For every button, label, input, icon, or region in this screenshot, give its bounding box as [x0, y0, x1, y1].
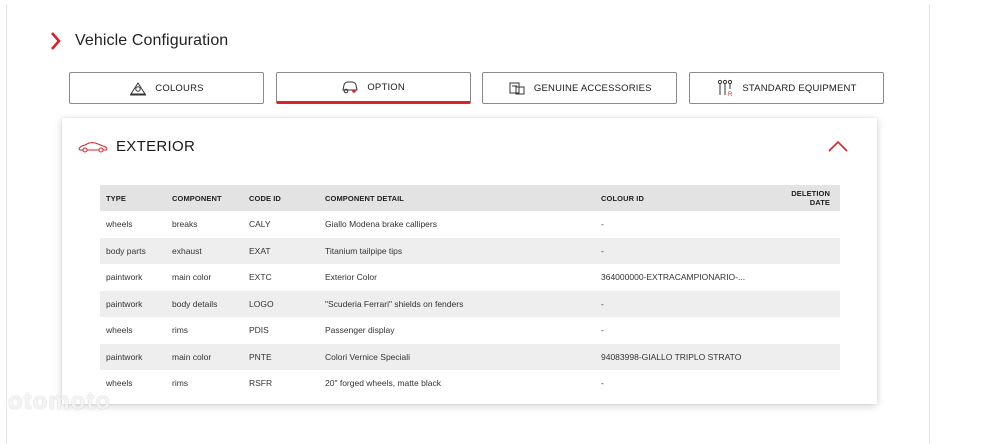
cell-code-id: EXAT: [243, 237, 319, 264]
cell-component-detail: "Scuderia Ferrari" shields on fenders: [319, 290, 595, 317]
car-option-icon: [342, 81, 358, 94]
tab-genuine-accessories[interactable]: GENUINE ACCESSORIES: [482, 72, 678, 104]
cell-code-id: EXTC: [249, 272, 272, 283]
cell-code-id: RSFR: [249, 378, 273, 389]
cell-deletion-date: [765, 370, 840, 397]
column-header: DELETION DATE: [765, 185, 840, 211]
cell-component: breaks: [172, 219, 198, 230]
cell-deletion-date: [765, 237, 840, 264]
cell-code-id: PDIS: [249, 325, 269, 336]
column-header: COMPONENT DETAIL: [319, 185, 595, 211]
tab-standard-equipment[interactable]: R STANDARD EQUIPMENT: [688, 72, 884, 104]
chevron-right-icon: [51, 32, 61, 50]
cell-colour-id: 364000000-EXTRACAMPIONARIO-...: [601, 272, 746, 283]
cell-component: rims: [172, 378, 189, 389]
cell-component: main color: [172, 272, 212, 283]
watermark: otomoto: [8, 388, 111, 415]
tab-colours[interactable]: COLOURS: [69, 72, 264, 104]
cell-component-detail: Passenger display: [325, 325, 395, 336]
exterior-card: EXTERIOR TYPE COMPONENT CODE ID COMPONEN…: [62, 118, 877, 404]
table-row: body parts exhaust EXAT Titanium tailpip…: [100, 237, 840, 264]
cell-colour-id: -: [595, 237, 765, 264]
cell-type: wheels: [106, 219, 133, 230]
cell-colour-id: -: [601, 219, 604, 230]
palette-icon: [130, 82, 147, 96]
cell-colour-id: -: [601, 325, 604, 336]
table-header-row: TYPE COMPONENT CODE ID COMPONENT DETAIL …: [100, 185, 840, 211]
tab-bar: COLOURS OPTION GENUINE ACCESSORIES R STA…: [69, 72, 884, 104]
section-title: EXTERIOR: [116, 138, 196, 155]
column-header: COLOUR ID: [595, 185, 765, 211]
cell-type: paintwork: [100, 290, 166, 317]
cell-component-detail: Colori Vernice Speciali: [319, 343, 595, 370]
cell-type: body parts: [100, 237, 166, 264]
cell-component: body details: [166, 290, 243, 317]
accessories-icon: [509, 82, 525, 95]
cell-component-detail: Exterior Color: [325, 272, 377, 283]
exterior-header[interactable]: EXTERIOR: [78, 138, 195, 155]
cell-component-detail: Giallo Modena brake callipers: [325, 219, 437, 230]
tab-label: COLOURS: [155, 82, 204, 94]
components-table: TYPE COMPONENT CODE ID COMPONENT DETAIL …: [100, 185, 840, 397]
car-icon: [78, 141, 108, 152]
cell-component: rims: [172, 325, 189, 336]
tab-label: STANDARD EQUIPMENT: [742, 82, 857, 94]
cell-component: main color: [166, 343, 243, 370]
table-row: wheels breaks CALY Giallo Modena brake c…: [100, 211, 840, 238]
cell-type: wheels: [106, 325, 133, 336]
cell-deletion-date: [765, 264, 840, 291]
table-row: paintwork main color PNTE Colori Vernice…: [100, 343, 840, 370]
cell-deletion-date: [765, 290, 840, 317]
page-title: Vehicle Configuration: [75, 32, 229, 49]
cell-type: paintwork: [106, 272, 143, 283]
column-header: TYPE: [100, 185, 166, 211]
table-row: paintwork body details LOGO "Scuderia Fe…: [100, 290, 840, 317]
section-header: Vehicle Configuration: [51, 32, 228, 50]
cell-component: exhaust: [166, 237, 243, 264]
column-header: COMPONENT: [166, 185, 243, 211]
cell-deletion-date: [765, 317, 840, 344]
table-row: paintwork main color EXTC Exterior Color…: [100, 264, 840, 291]
cell-code-id: LOGO: [243, 290, 319, 317]
tab-label: OPTION: [367, 81, 405, 93]
cell-type: paintwork: [100, 343, 166, 370]
tab-option[interactable]: OPTION: [275, 72, 471, 104]
cell-colour-id: -: [601, 378, 604, 389]
cell-colour-id: 94083998-GIALLO TRIPLO STRATO: [595, 343, 765, 370]
cell-deletion-date: [765, 211, 840, 238]
column-header: CODE ID: [243, 185, 319, 211]
cell-component-detail: 20" forged wheels, matte black: [325, 378, 441, 389]
svg-text:R: R: [728, 92, 733, 97]
chevron-up-icon[interactable]: [827, 138, 849, 154]
table-row: wheels rims PDIS Passenger display -: [100, 317, 840, 344]
cell-colour-id: -: [595, 290, 765, 317]
cell-component-detail: Titanium tailpipe tips: [319, 237, 595, 264]
table-row: wheels rims RSFR 20" forged wheels, matt…: [100, 370, 840, 397]
cell-deletion-date: [765, 343, 840, 370]
cell-code-id: CALY: [249, 219, 271, 230]
cell-code-id: PNTE: [243, 343, 319, 370]
equipment-icon: R: [718, 79, 733, 97]
tab-label: GENUINE ACCESSORIES: [533, 82, 652, 94]
